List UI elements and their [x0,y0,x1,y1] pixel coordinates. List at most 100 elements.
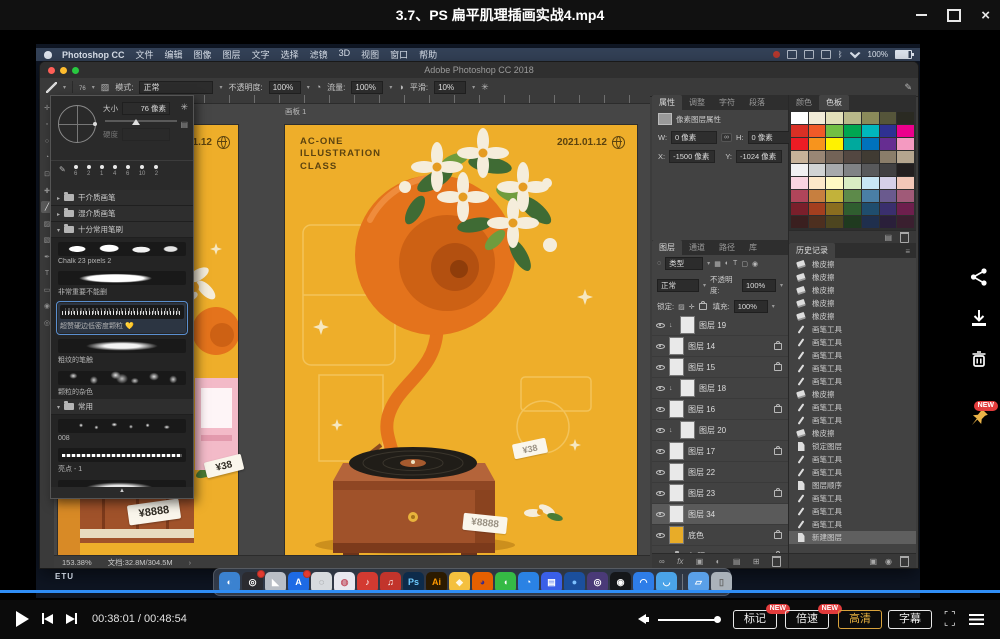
history-step[interactable]: 橡皮擦 [789,271,916,284]
color-swatch[interactable] [809,164,826,176]
layer-thumbnail[interactable] [669,400,684,418]
filter-shape-icon[interactable]: ▢ [741,260,748,268]
visibility-eye-icon[interactable] [656,489,665,498]
smooth-value[interactable]: 10% [434,81,466,94]
share-button[interactable] [968,266,990,288]
history-step[interactable]: 画笔工具 [789,453,916,466]
menu-item[interactable]: 文件 [136,48,154,61]
color-swatch[interactable] [791,138,808,150]
color-swatch[interactable] [862,216,879,228]
layer-name[interactable]: 图层 19 [699,320,726,331]
visibility-eye-icon[interactable] [656,447,665,456]
color-swatch[interactable] [809,177,826,189]
color-swatch[interactable] [791,164,808,176]
maximize-icon[interactable] [947,9,961,22]
lock-all-icon[interactable] [699,303,707,310]
menu-item[interactable]: 选择 [281,48,299,61]
menu-item[interactable]: 图层 [223,48,241,61]
layer-style-fx-icon[interactable]: fx [677,557,683,566]
color-swatch[interactable] [809,203,826,215]
layer-name[interactable]: 图层 16 [688,404,715,415]
fullscreen-icon[interactable]: ⌜⌝⌞⌟ [944,612,958,626]
history-step[interactable]: 新建图层 [789,531,916,544]
airbrush-opacity-icon[interactable]: ◔ [316,82,321,92]
layer-thumbnail[interactable] [669,505,684,523]
history-step[interactable]: 画笔工具 [789,505,916,518]
filter-search-icon[interactable]: ◌ [657,260,661,267]
new-brush-icon[interactable]: ▤ [180,120,188,129]
color-swatch[interactable] [809,216,826,228]
brush-row[interactable]: 颗粒的杂色 颗粒的杂色 [51,367,193,399]
gear-icon[interactable]: ✳ [180,102,188,113]
color-swatch[interactable] [826,151,843,163]
color-swatch[interactable] [826,177,843,189]
delete-state-icon[interactable] [900,556,909,567]
menu-item[interactable]: 3D [339,48,351,61]
size-slider[interactable] [105,120,177,122]
opacity-value[interactable]: 100% [269,81,301,94]
menu-app-name[interactable]: Photoshop CC [62,50,125,60]
layer-thumbnail[interactable] [680,379,695,397]
color-swatch[interactable] [826,190,843,202]
brush-row[interactable]: 亮点 - 1 亮点 - 1 [51,444,193,476]
snapshot-camera-icon[interactable]: ◉ [885,557,892,566]
prev-button[interactable] [42,613,53,624]
color-swatch[interactable] [862,138,879,150]
width-field[interactable]: 0 像素 [671,131,717,144]
close-traffic-icon[interactable] [48,67,55,74]
layer-fill[interactable]: 100% [734,300,768,313]
menu-item[interactable]: 图像 [194,48,212,61]
menu-item[interactable]: 编辑 [165,48,183,61]
layer-thumbnail[interactable] [669,442,684,460]
color-swatch[interactable] [897,216,914,228]
panel-tab[interactable]: 库 [742,240,764,255]
color-swatch[interactable] [880,203,897,215]
visibility-eye-icon[interactable] [656,321,665,330]
panel-tab[interactable]: 色板 [819,95,849,110]
menu-item[interactable]: 滤镜 [310,48,328,61]
layer-name[interactable]: 底色 [688,530,704,541]
brush-row[interactable]: 008 008 [51,415,193,444]
color-swatch[interactable] [880,125,897,137]
height-field[interactable]: 0 像素 [748,131,794,144]
layer-name[interactable]: 图层 20 [699,425,726,436]
recent-brush-dot[interactable]: 1 [100,165,104,177]
artboard-label[interactable]: 画板 1 [285,106,306,117]
color-swatch[interactable] [809,125,826,137]
panel-tab[interactable]: 颜色 [789,95,819,110]
color-swatch[interactable] [897,177,914,189]
lock-pixels-icon[interactable]: ✛ [689,303,695,311]
color-swatch[interactable] [809,151,826,163]
minimize-traffic-icon[interactable] [60,67,67,74]
history-step[interactable]: 画笔工具 [789,362,916,375]
filter-smart-icon[interactable]: ◉ [752,260,758,268]
color-swatch[interactable] [862,203,879,215]
scroll-arrow-icon[interactable] [51,488,193,498]
panel-tab[interactable]: 段落 [742,95,772,110]
panel-tab[interactable]: 调整 [682,95,712,110]
layer-thumbnail[interactable] [680,316,695,334]
color-swatch[interactable] [844,151,861,163]
layer-thumbnail[interactable] [669,337,684,355]
layer-row[interactable]: ↓ 图层 15 [652,357,788,378]
zoom-traffic-icon[interactable] [72,67,79,74]
color-swatch[interactable] [791,203,808,215]
volume-slider[interactable] [658,619,718,621]
color-swatch[interactable] [880,190,897,202]
history-step[interactable]: 画笔工具 [789,375,916,388]
visibility-eye-icon[interactable] [656,468,665,477]
color-swatch[interactable] [826,112,843,124]
history-step[interactable]: 画笔工具 [789,492,916,505]
brush-row[interactable]: 粗纹的笔触 粗纹的笔触 [51,335,193,367]
panel-tab[interactable]: 路径 [712,240,742,255]
recent-brush-dot[interactable]: 2 [87,165,91,177]
minimize-icon[interactable] [916,14,927,16]
menu-item[interactable]: 文字 [252,48,270,61]
color-swatch[interactable] [880,112,897,124]
history-step[interactable]: 橡皮擦 [789,297,916,310]
new-doc-from-state-icon[interactable]: ▣ [869,557,877,566]
color-swatch[interactable] [897,203,914,215]
brush-row[interactable]: 十分常用笔刷 十分常用笔刷 [51,222,193,238]
layer-name[interactable]: 图层 23 [688,488,715,499]
subtitle-button[interactable]: 字幕 [888,610,932,629]
